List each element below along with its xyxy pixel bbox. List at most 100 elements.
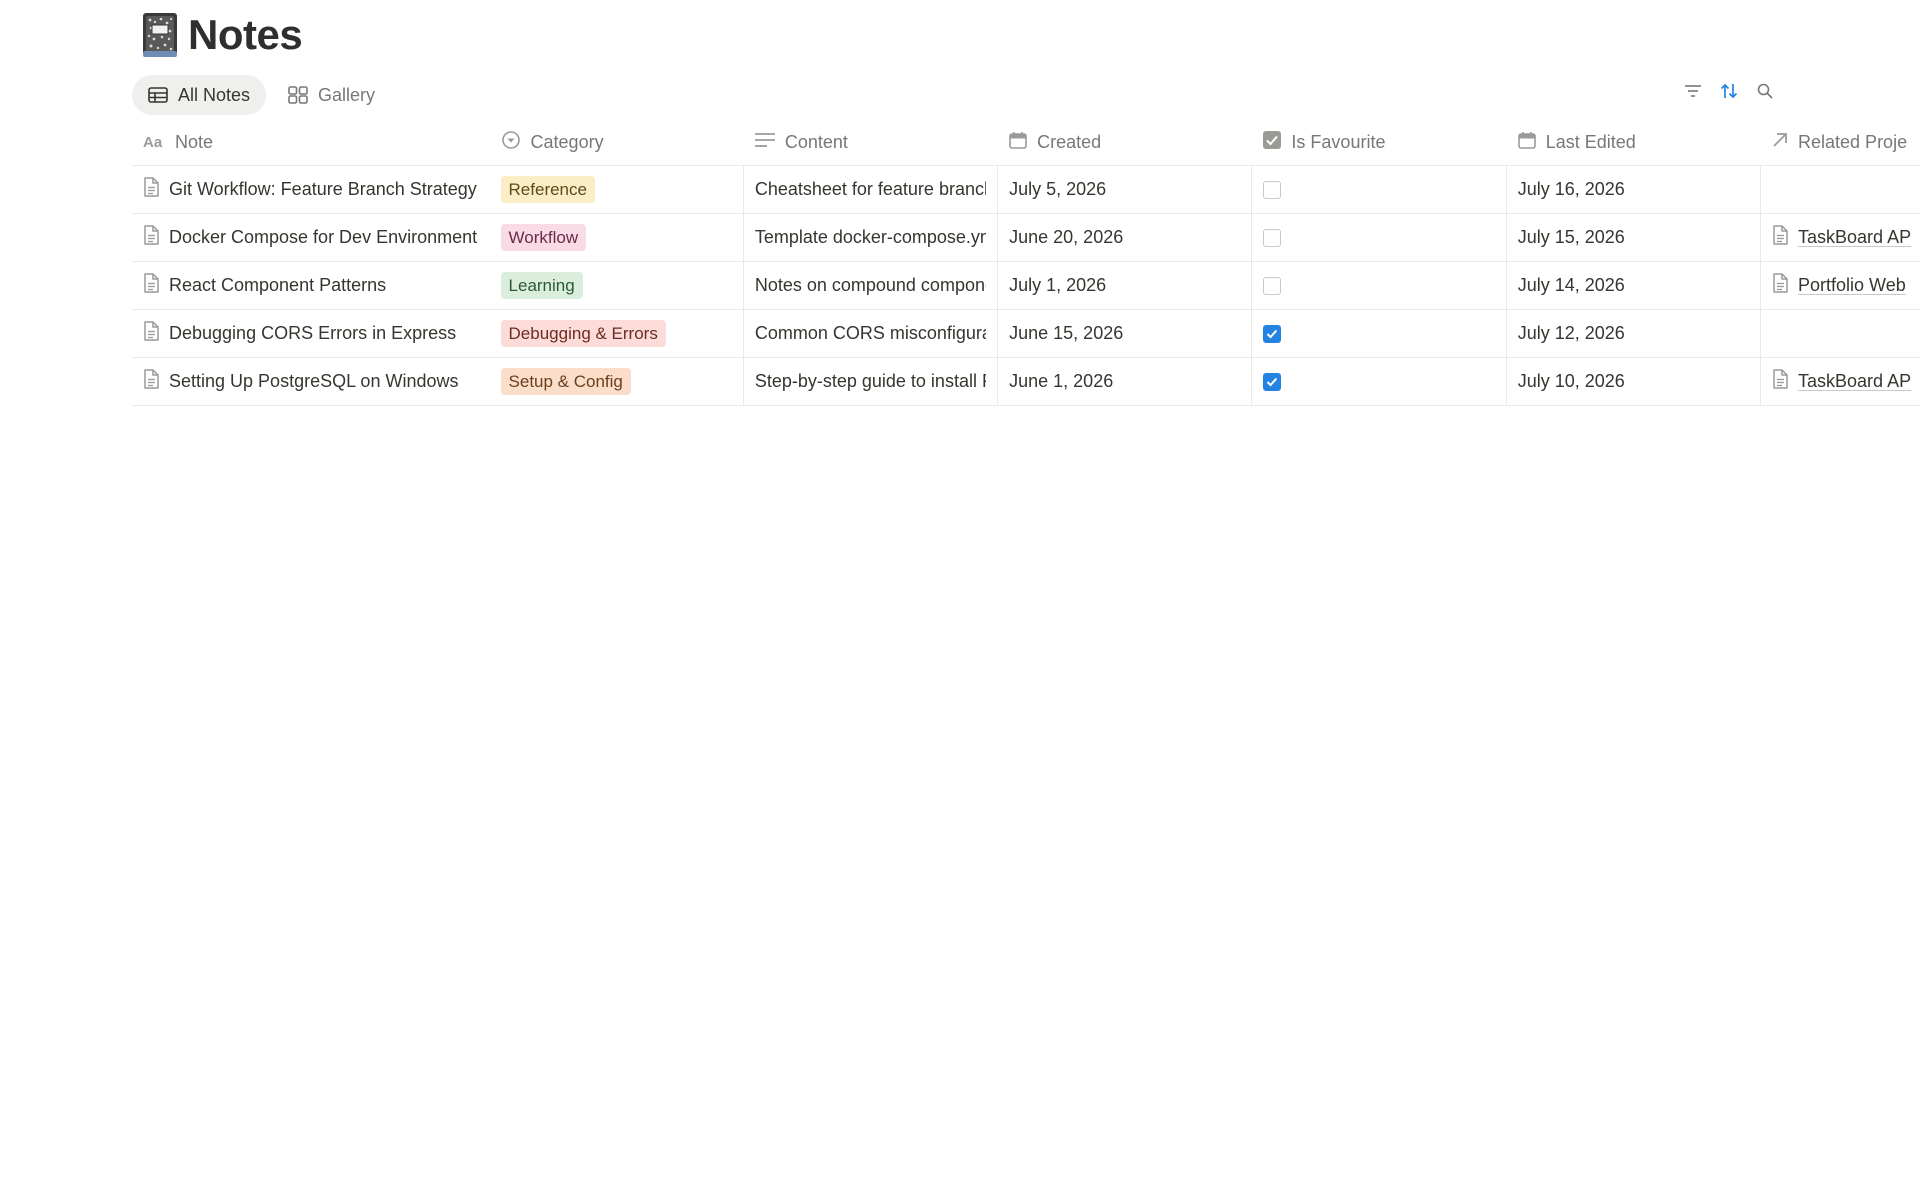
created-cell[interactable]: June 1, 2026	[998, 358, 1253, 405]
category-cell[interactable]: Setup & Config	[490, 358, 744, 405]
content-cell[interactable]: Step-by-step guide to install Postgres	[744, 358, 999, 405]
calendar-icon	[1009, 131, 1027, 154]
related-project-cell[interactable]: TaskBoard AP	[1761, 214, 1920, 261]
content-text: Notes on compound components	[754, 275, 986, 295]
created-cell[interactable]: July 1, 2026	[998, 262, 1253, 309]
table-row[interactable]: React Component Patterns Learning Notes on…	[132, 262, 1920, 310]
created-cell[interactable]: June 20, 2026	[998, 214, 1253, 261]
category-cell[interactable]: Learning	[490, 262, 744, 309]
content-cell[interactable]: Common CORS misconfigurations	[744, 310, 999, 357]
page-doc-icon	[143, 369, 159, 394]
relation-arrow-icon	[1772, 132, 1788, 153]
select-circle-icon	[501, 130, 521, 155]
content-cell[interactable]: Cheatsheet for feature branch workflow	[744, 166, 999, 213]
page-doc-icon	[1772, 273, 1788, 298]
column-label: Content	[784, 132, 848, 152]
content-cell[interactable]: Notes on compound components	[744, 262, 999, 309]
text-lines-icon	[754, 132, 775, 153]
created-cell[interactable]: July 5, 2026	[998, 166, 1253, 213]
category-tag: Debugging & Errors	[500, 320, 666, 347]
related-project-link[interactable]: TaskBoard AP	[1772, 369, 1911, 394]
created-date: July 1, 2026	[1009, 275, 1107, 295]
last-edited-cell[interactable]: July 16, 2026	[1507, 166, 1762, 213]
favourite-cell	[1252, 214, 1507, 261]
category-cell[interactable]: Reference	[490, 166, 744, 213]
last-edited-cell[interactable]: July 15, 2026	[1507, 214, 1762, 261]
category-tag: Workflow	[500, 224, 587, 251]
category-tag: Reference	[500, 176, 595, 203]
note-cell[interactable]: React Component Patterns	[132, 262, 490, 309]
page-header: Notes	[138, 6, 303, 64]
search-icon[interactable]	[1756, 82, 1774, 100]
table-row[interactable]: Docker Compose for Dev Environments Workf…	[132, 214, 1920, 262]
view-toolbar	[1684, 82, 1774, 100]
column-header-related-projects[interactable]: Related Proje	[1761, 120, 1920, 165]
page-doc-icon	[143, 225, 159, 250]
related-project-name: Portfolio Web	[1798, 275, 1906, 295]
column-label: Note	[175, 132, 214, 152]
tab-label: All Notes	[178, 84, 251, 105]
column-header-created[interactable]: Created	[998, 120, 1252, 165]
tab-all-notes[interactable]: All Notes	[132, 75, 267, 115]
note-title[interactable]: Setting Up PostgreSQL on Windows	[169, 371, 458, 392]
related-project-cell[interactable]	[1761, 310, 1920, 357]
last-edited-date: July 14, 2026	[1517, 275, 1625, 295]
favourite-checkbox[interactable]	[1263, 180, 1282, 199]
last-edited-cell[interactable]: July 14, 2026	[1507, 262, 1762, 309]
related-project-link[interactable]: Portfolio Web	[1772, 273, 1906, 298]
column-header-is-favourite[interactable]: Is Favourite	[1252, 120, 1506, 165]
category-cell[interactable]: Debugging & Errors	[490, 310, 744, 357]
content-text: Common CORS misconfigurations	[754, 323, 986, 343]
note-title[interactable]: React Component Patterns	[169, 275, 386, 296]
column-label: Category	[530, 132, 604, 152]
page-doc-icon	[1772, 225, 1788, 250]
column-label: Created	[1037, 132, 1102, 152]
table-row[interactable]: Debugging CORS Errors in Express Debuggin…	[132, 310, 1920, 358]
related-project-name: TaskBoard AP	[1798, 227, 1912, 247]
favourite-checkbox[interactable]	[1263, 228, 1282, 247]
note-cell[interactable]: Setting Up PostgreSQL on Windows	[132, 358, 490, 405]
column-header-note[interactable]: Aa Note	[132, 120, 490, 165]
table-row[interactable]: Git Workflow: Feature Branch Strategy Ref…	[132, 166, 1920, 214]
content-text: Step-by-step guide to install Postgres	[754, 371, 986, 391]
created-cell[interactable]: June 15, 2026	[998, 310, 1253, 357]
note-cell[interactable]: Debugging CORS Errors in Express	[132, 310, 490, 357]
related-project-cell[interactable]	[1761, 166, 1920, 213]
related-project-cell[interactable]: TaskBoard AP	[1761, 358, 1920, 405]
favourite-cell	[1252, 358, 1507, 405]
note-title[interactable]: Docker Compose for Dev Environments	[169, 227, 478, 248]
column-header-last-edited[interactable]: Last Edited	[1507, 120, 1761, 165]
filter-icon[interactable]	[1684, 82, 1702, 100]
favourite-checkbox[interactable]	[1263, 324, 1282, 343]
note-title[interactable]: Git Workflow: Feature Branch Strategy	[169, 179, 477, 200]
notebook-icon[interactable]	[138, 10, 182, 60]
favourite-checkbox[interactable]	[1263, 276, 1282, 295]
page-doc-icon	[143, 177, 159, 202]
category-cell[interactable]: Workflow	[490, 214, 744, 261]
note-title[interactable]: Debugging CORS Errors in Express	[169, 323, 456, 344]
table-icon	[148, 87, 168, 103]
column-header-category[interactable]: Category	[490, 120, 744, 165]
content-cell[interactable]: Template docker-compose.yml	[744, 214, 999, 261]
last-edited-cell[interactable]: July 12, 2026	[1507, 310, 1762, 357]
tab-gallery[interactable]: Gallery	[272, 75, 391, 115]
related-project-cell[interactable]: Portfolio Web	[1761, 262, 1920, 309]
last-edited-cell[interactable]: July 10, 2026	[1507, 358, 1762, 405]
last-edited-date: July 10, 2026	[1517, 371, 1625, 391]
note-cell[interactable]: Git Workflow: Feature Branch Strategy	[132, 166, 490, 213]
column-label: Last Edited	[1545, 132, 1636, 152]
favourite-checkbox[interactable]	[1263, 372, 1282, 391]
favourite-cell	[1252, 262, 1507, 309]
content-text: Template docker-compose.yml	[754, 227, 987, 247]
column-label: Is Favourite	[1291, 132, 1386, 152]
related-project-link[interactable]: TaskBoard AP	[1772, 225, 1911, 250]
column-header-content[interactable]: Content	[744, 120, 998, 165]
table-row[interactable]: Setting Up PostgreSQL on Windows Setup & …	[132, 358, 1920, 406]
favourite-cell	[1252, 310, 1507, 357]
note-cell[interactable]: Docker Compose for Dev Environments	[132, 214, 490, 261]
sort-icon[interactable]	[1720, 82, 1738, 100]
created-date: June 15, 2026	[1009, 323, 1124, 343]
page-doc-icon	[143, 321, 159, 346]
content-text: Cheatsheet for feature branch workflow	[754, 179, 986, 199]
page-title: Notes	[188, 11, 303, 58]
